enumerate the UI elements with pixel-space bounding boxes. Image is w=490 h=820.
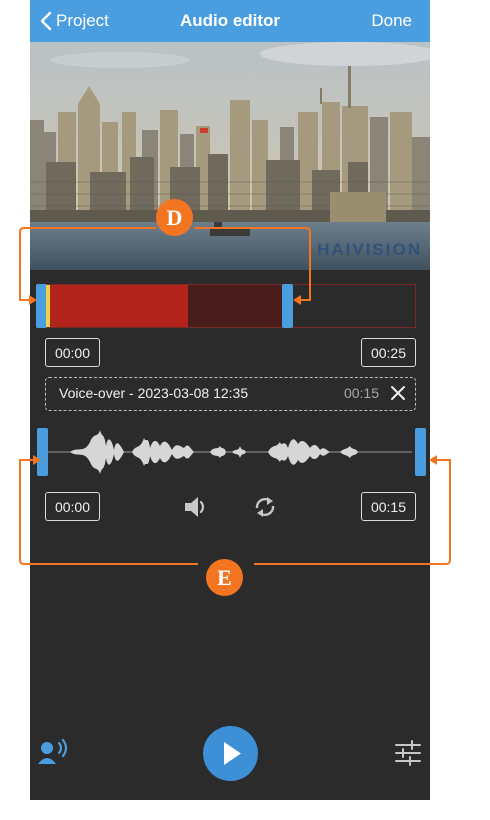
annotation-overlay xyxy=(19,227,451,565)
callout-e: E xyxy=(206,559,243,596)
callout-d: D xyxy=(156,199,193,236)
